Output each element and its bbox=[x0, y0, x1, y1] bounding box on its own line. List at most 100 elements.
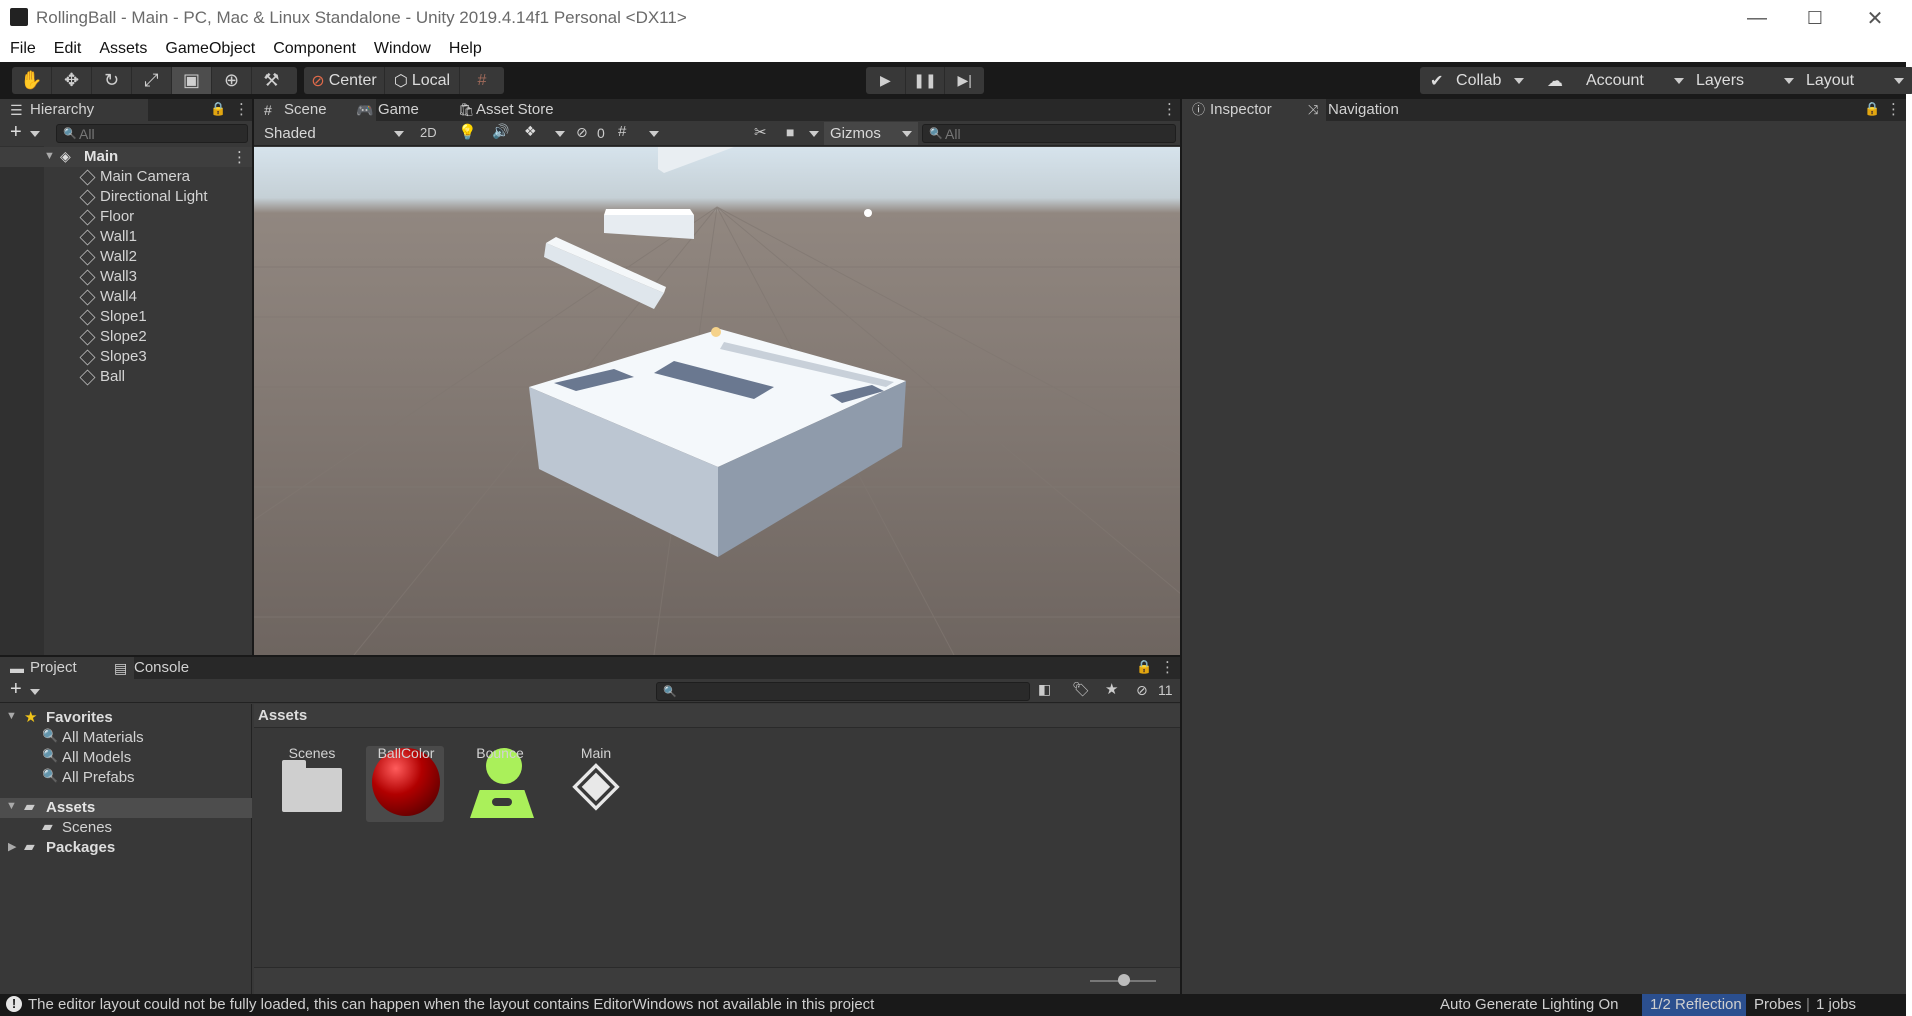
list-item[interactable]: Wall3 bbox=[0, 267, 252, 287]
hierarchy-search-input[interactable]: 🔍 All bbox=[56, 124, 248, 143]
scale-tool-button[interactable]: ⤢ bbox=[132, 67, 172, 94]
rotate-tool-button[interactable]: ↻ bbox=[92, 67, 132, 94]
search-by-type-icon[interactable]: ◧ bbox=[1038, 681, 1051, 698]
chevron-down-icon[interactable] bbox=[30, 131, 40, 137]
folder-icon[interactable] bbox=[280, 756, 344, 812]
hidden-objects-icon[interactable]: ⊘ bbox=[576, 124, 588, 141]
menu-file[interactable]: File bbox=[0, 36, 44, 62]
menu-component[interactable]: Component bbox=[263, 36, 364, 62]
account-dropdown[interactable]: Account bbox=[1576, 67, 1694, 94]
lock-icon[interactable]: 🔒 bbox=[1136, 659, 1152, 675]
tree-item-packages[interactable]: ▶ ▰ Packages bbox=[0, 838, 252, 858]
chevron-down-icon[interactable] bbox=[809, 131, 819, 137]
menu-assets[interactable]: Assets bbox=[89, 36, 155, 62]
list-item[interactable]: Main Camera bbox=[0, 167, 252, 187]
asset-label-ballcolor[interactable]: BallColor bbox=[366, 745, 446, 761]
move-tool-button[interactable]: ✥ bbox=[52, 67, 92, 94]
list-item-label: Wall1 bbox=[100, 228, 137, 245]
tree-item-favorites[interactable]: ▼ ★ Favorites bbox=[0, 708, 252, 728]
layout-dropdown[interactable]: Layout bbox=[1796, 67, 1912, 94]
scene-row-main[interactable]: ▼ ◈ Main ⋮ bbox=[0, 147, 252, 167]
menu-window[interactable]: Window bbox=[364, 36, 439, 62]
transform-tool-button[interactable]: ⊕ bbox=[212, 67, 252, 94]
tree-item-favorite[interactable]: 🔍 All Materials bbox=[0, 728, 252, 748]
tab-console[interactable]: ▤ Console bbox=[106, 657, 238, 679]
chevron-down-icon[interactable] bbox=[30, 689, 40, 695]
hand-tool-button[interactable]: ✋ bbox=[12, 67, 52, 94]
layers-label: Layers bbox=[1696, 71, 1745, 89]
status-message[interactable]: The editor layout could not be fully loa… bbox=[28, 996, 874, 1013]
list-item[interactable]: Slope1 bbox=[0, 307, 252, 327]
scene-search-input[interactable]: 🔍 All bbox=[922, 124, 1176, 143]
step-button[interactable]: ▶| bbox=[945, 67, 984, 94]
favorite-star-icon[interactable]: ★ bbox=[1105, 680, 1118, 698]
list-item[interactable]: Ball bbox=[0, 367, 252, 387]
custom-tool-button[interactable]: ⚒ bbox=[252, 67, 291, 94]
chevron-down-icon[interactable]: ▼ bbox=[44, 150, 55, 162]
tab-hierarchy[interactable]: ☰ Hierarchy bbox=[0, 99, 148, 121]
asset-label-scenes[interactable]: Scenes bbox=[272, 745, 352, 761]
shading-mode-dropdown[interactable]: Shaded bbox=[258, 123, 410, 144]
lighting-toggle-icon[interactable]: 💡 bbox=[458, 123, 477, 141]
tab-navigation[interactable]: ⤨ Navigation bbox=[1300, 99, 1458, 121]
chevron-down-icon[interactable] bbox=[649, 131, 659, 137]
list-item[interactable]: Wall2 bbox=[0, 247, 252, 267]
gizmos-dropdown[interactable]: Gizmos bbox=[824, 122, 918, 145]
rect-icon: ▣ bbox=[182, 70, 200, 90]
more-options-icon[interactable]: ⋮ bbox=[232, 148, 247, 166]
folder-icon: ▰ bbox=[24, 838, 35, 854]
tree-item-favorite[interactable]: 🔍 All Prefabs bbox=[0, 768, 252, 788]
pivot-space-toggle[interactable]: ⬡ Local bbox=[385, 67, 460, 94]
menu-gameobject[interactable]: GameObject bbox=[155, 36, 263, 62]
hidden-packages-icon[interactable]: ⊘ bbox=[1136, 682, 1148, 699]
pause-button[interactable]: ❚❚ bbox=[906, 67, 946, 94]
menu-help[interactable]: Help bbox=[439, 36, 490, 62]
close-button[interactable]: ✕ bbox=[1846, 0, 1904, 36]
jobs-count[interactable]: 1 jobs bbox=[1816, 996, 1856, 1013]
zoom-slider-handle[interactable] bbox=[1118, 974, 1130, 986]
layers-dropdown[interactable]: Layers bbox=[1686, 67, 1804, 94]
lock-icon[interactable]: 🔒 bbox=[1864, 101, 1880, 117]
chevron-down-icon[interactable] bbox=[555, 131, 565, 137]
list-item[interactable]: Wall1 bbox=[0, 227, 252, 247]
more-options-icon[interactable]: ⋮ bbox=[1886, 100, 1901, 118]
auto-lighting-status[interactable]: Auto Generate Lighting On bbox=[1440, 996, 1618, 1013]
tab-asset-store[interactable]: 🛍 Asset Store bbox=[452, 99, 596, 121]
list-item[interactable]: Directional Light bbox=[0, 187, 252, 207]
asset-label-bounce[interactable]: Bounce bbox=[460, 745, 540, 761]
audio-toggle-icon[interactable]: 🔊 bbox=[492, 123, 509, 140]
play-button[interactable]: ▶ bbox=[866, 67, 906, 94]
project-search-input[interactable]: 🔍 bbox=[656, 682, 1030, 701]
gameobject-cube-icon bbox=[79, 169, 96, 186]
more-options-icon[interactable]: ⋮ bbox=[234, 100, 249, 118]
rect-tool-button[interactable]: ▣ bbox=[172, 67, 212, 94]
menu-edit[interactable]: Edit bbox=[44, 36, 90, 62]
list-item[interactable]: Slope2 bbox=[0, 327, 252, 347]
2d-mode-toggle[interactable]: 2D bbox=[420, 125, 437, 140]
minimize-button[interactable]: — bbox=[1728, 0, 1786, 36]
create-plus-button[interactable]: + bbox=[10, 678, 22, 701]
scene-viewport[interactable] bbox=[254, 147, 1180, 655]
tree-item-scenes[interactable]: ▰ Scenes bbox=[0, 818, 252, 838]
create-plus-button[interactable]: + bbox=[10, 121, 22, 144]
pivot-center-toggle[interactable]: ⊘ Center bbox=[304, 67, 385, 94]
maximize-button[interactable]: ☐ bbox=[1786, 0, 1844, 36]
list-item[interactable]: Floor bbox=[0, 207, 252, 227]
more-options-icon[interactable]: ⋮ bbox=[1160, 658, 1175, 676]
breadcrumb[interactable]: Assets bbox=[258, 707, 307, 724]
tree-item-favorite[interactable]: 🔍 All Models bbox=[0, 748, 252, 768]
tree-item-assets[interactable]: ▼ ▰ Assets bbox=[0, 798, 252, 818]
asset-label-main[interactable]: Main bbox=[556, 745, 636, 761]
tools-icon[interactable]: ✂ bbox=[754, 123, 767, 141]
grid-toggle-icon[interactable]: # bbox=[618, 123, 626, 140]
collab-dropdown[interactable]: ✔ Collab bbox=[1420, 67, 1534, 94]
list-item[interactable]: Slope3 bbox=[0, 347, 252, 367]
grid-snap-button[interactable]: # bbox=[460, 67, 504, 94]
camera-icon[interactable]: ■ bbox=[786, 124, 794, 140]
label-tag-icon[interactable]: 🏷 bbox=[1072, 681, 1090, 698]
list-item[interactable]: Wall4 bbox=[0, 287, 252, 307]
hierarchy-tab-label: Hierarchy bbox=[30, 101, 95, 118]
lock-icon[interactable]: 🔒 bbox=[210, 101, 226, 117]
more-options-icon[interactable]: ⋮ bbox=[1162, 100, 1177, 118]
effects-toggle-icon[interactable]: ❖ bbox=[524, 123, 537, 140]
